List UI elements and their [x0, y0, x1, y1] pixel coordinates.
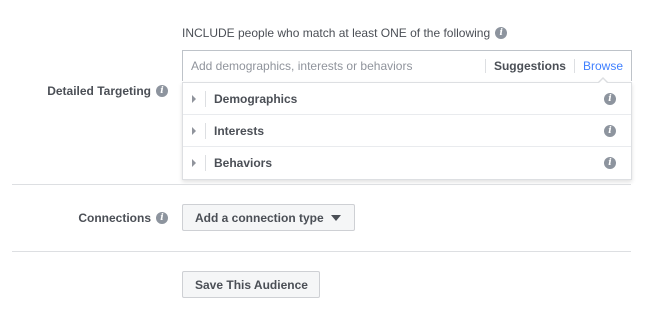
connections-text: Connections [78, 211, 151, 225]
caret-down-icon [330, 214, 341, 221]
tab-browse[interactable]: Browse [575, 51, 631, 83]
tab-suggestions[interactable]: Suggestions [486, 51, 574, 81]
category-demographics[interactable]: Demographics i [183, 83, 631, 115]
detailed-targeting-label: Detailed Targeting i [47, 84, 168, 98]
category-divider [205, 155, 206, 171]
category-label: Demographics [214, 91, 298, 106]
add-connection-type-button[interactable]: Add a connection type [182, 204, 355, 231]
category-interests[interactable]: Interests i [183, 115, 631, 147]
caret-right-icon [192, 126, 196, 135]
browse-dropdown: Demographics i Interests i Behaviors i [182, 82, 632, 180]
caret-right-icon [192, 94, 196, 103]
save-audience-button[interactable]: Save This Audience [182, 271, 320, 298]
caret-right-icon [192, 159, 196, 167]
category-divider [205, 122, 206, 139]
category-label: Behaviors [214, 156, 273, 170]
info-icon[interactable]: i [495, 27, 508, 39]
include-instruction: INCLUDE people who match at least ONE of… [182, 26, 508, 40]
search-input[interactable] [183, 51, 485, 81]
info-icon[interactable]: i [604, 157, 616, 169]
section-divider [12, 251, 631, 252]
category-label: Interests [214, 123, 265, 138]
button-label: Add a connection type [195, 210, 324, 225]
detailed-targeting-search: Suggestions Browse [182, 50, 632, 83]
include-text: INCLUDE people who match at least ONE of… [182, 26, 491, 40]
info-icon[interactable]: i [156, 85, 168, 97]
connections-label: Connections i [78, 211, 168, 225]
info-icon[interactable]: i [156, 212, 168, 224]
info-icon[interactable]: i [604, 92, 616, 105]
category-divider [205, 90, 206, 107]
detailed-targeting-text: Detailed Targeting [47, 84, 151, 98]
category-behaviors[interactable]: Behaviors i [183, 147, 631, 179]
info-icon[interactable]: i [604, 124, 616, 137]
section-divider [12, 184, 631, 185]
